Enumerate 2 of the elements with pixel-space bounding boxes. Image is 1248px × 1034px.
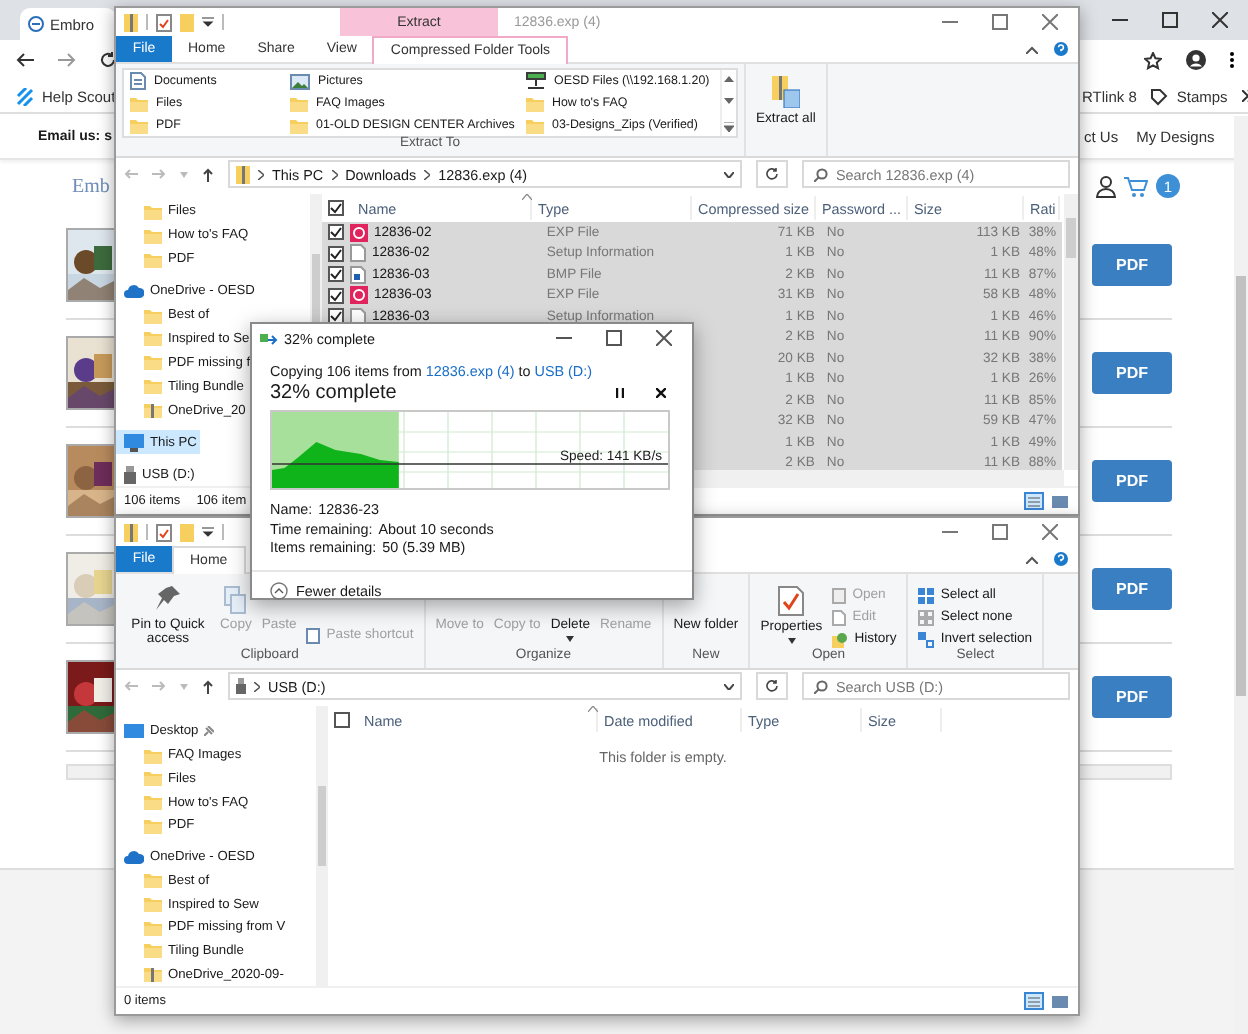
progress-heading: 32% complete [270, 382, 399, 404]
site-logo: Emb [72, 175, 110, 197]
